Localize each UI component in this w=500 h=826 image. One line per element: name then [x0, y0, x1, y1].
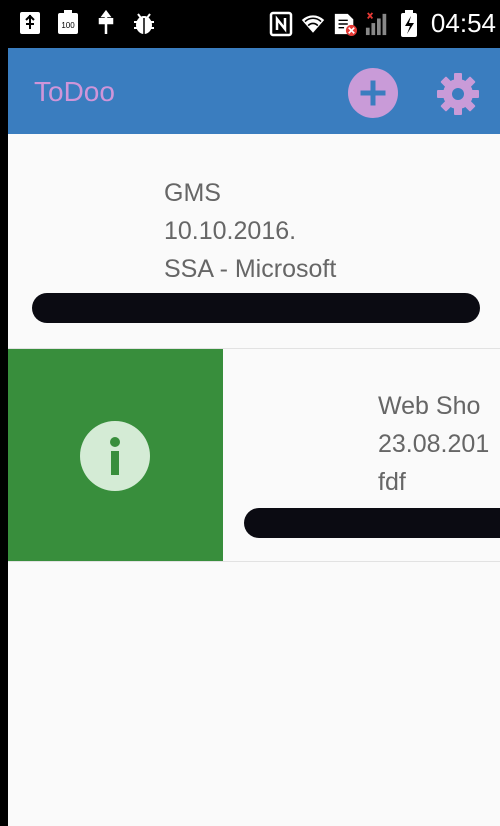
todo-title: GMS: [164, 179, 221, 207]
svg-text:100: 100: [61, 21, 75, 30]
screen-bezel: [0, 0, 8, 826]
status-bar-right-icons: 04:54: [269, 8, 496, 39]
device-frame: 100 04:54 ToDoo GMS 10.10.2016. SSA - Mi…: [0, 0, 500, 826]
wifi-icon: [301, 11, 325, 37]
redacted-bar: [32, 293, 480, 323]
add-icon: [360, 80, 386, 106]
todo-item[interactable]: GMS 10.10.2016. SSA - Microsoft: [8, 134, 500, 349]
todo-subtitle: fdf: [378, 468, 406, 496]
todo-item-content: GMS 10.10.2016. SSA - Microsoft: [164, 174, 336, 288]
settings-icon: [437, 73, 479, 115]
redacted-bar: [244, 508, 500, 538]
screen: 100 04:54 ToDoo GMS 10.10.2016. SSA - Mi…: [8, 0, 500, 826]
swipe-action-background[interactable]: [8, 349, 223, 561]
status-bar: 100 04:54: [8, 0, 500, 48]
todo-item-content: Web Sho 23.08.201 fdf: [378, 387, 489, 501]
todo-title: Web Sho: [378, 392, 481, 420]
add-todo-button[interactable]: [348, 68, 398, 118]
battery-charging-icon: [397, 9, 421, 37]
sim-error-icon: [333, 11, 357, 37]
status-bar-left-icons: 100: [18, 10, 156, 36]
app-title: ToDoo: [34, 76, 115, 107]
android-debug-icon: [132, 10, 156, 36]
app-bar: ToDoo: [8, 48, 500, 134]
todo-item-swiped[interactable]: Web Sho 23.08.201 fdf: [8, 349, 500, 562]
status-time: 04:54: [430, 8, 496, 38]
battery-100-icon: 100: [56, 10, 80, 36]
info-icon: [80, 421, 150, 491]
settings-button[interactable]: [432, 68, 484, 120]
todo-date: 10.10.2016.: [164, 217, 297, 245]
usb-debug-icon: [94, 10, 118, 36]
todo-date: 23.08.201: [378, 430, 490, 458]
signal-icon: [365, 11, 389, 37]
todo-subtitle: SSA - Microsoft: [164, 255, 337, 283]
nfc-icon: [269, 11, 293, 37]
usb-icon: [18, 10, 42, 36]
